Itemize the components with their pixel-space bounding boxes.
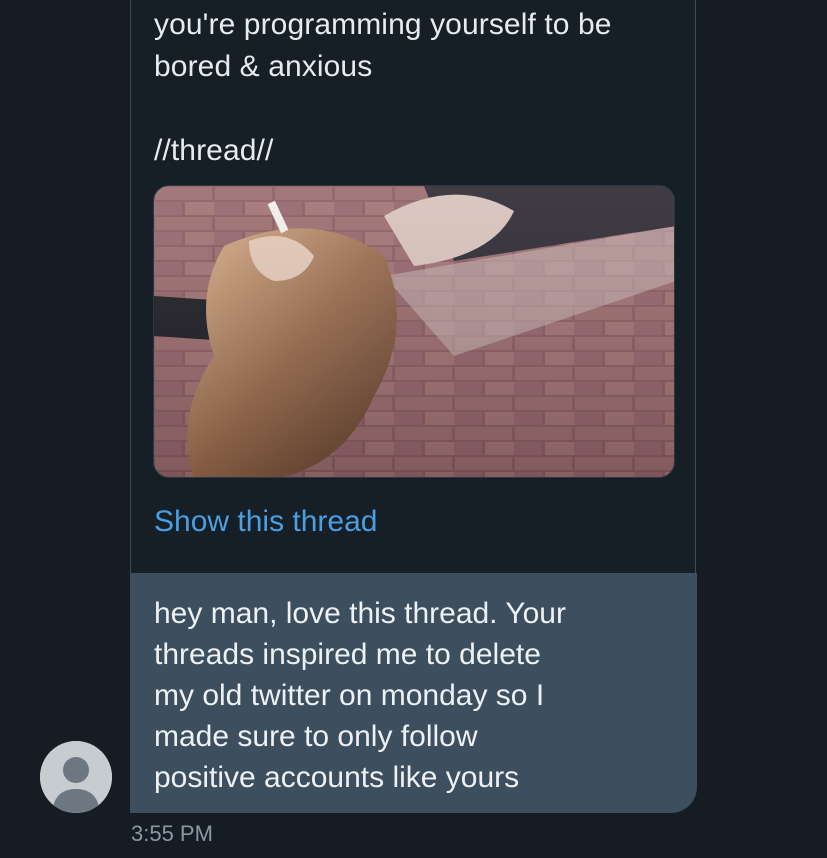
dm-conversation-screen: you're programming yourself to be bored … <box>0 0 827 858</box>
quoted-tweet-photo[interactable] <box>153 185 675 478</box>
message-line: made sure to only follow <box>154 720 478 753</box>
message-text: hey man, love this thread. Your threads … <box>154 593 674 798</box>
quoted-tweet-line: you're programming yourself to be <box>154 8 612 41</box>
quoted-tweet-blank-line <box>154 88 674 130</box>
quoted-tweet-line: bored & anxious <box>154 50 373 83</box>
message-line: hey man, love this thread. Your <box>154 597 566 630</box>
quoted-tweet-line: //thread// <box>154 134 274 167</box>
show-this-thread-link[interactable]: Show this thread <box>154 503 377 541</box>
message-timestamp: 3:55 PM <box>131 821 213 846</box>
message-line: my old twitter on monday so I <box>154 679 545 712</box>
message-line: threads inspired me to delete <box>154 638 541 671</box>
quoted-tweet-text: you're programming yourself to be bored … <box>154 4 674 172</box>
photo-woman-smoking-brick-wall-icon <box>154 186 674 477</box>
quoted-tweet-card[interactable]: you're programming yourself to be bored … <box>130 0 696 573</box>
default-user-avatar-icon <box>40 741 112 813</box>
message-line: positive accounts like yours <box>154 761 520 794</box>
message-bubble[interactable]: hey man, love this thread. Your threads … <box>130 573 697 813</box>
sender-avatar[interactable] <box>40 741 112 813</box>
